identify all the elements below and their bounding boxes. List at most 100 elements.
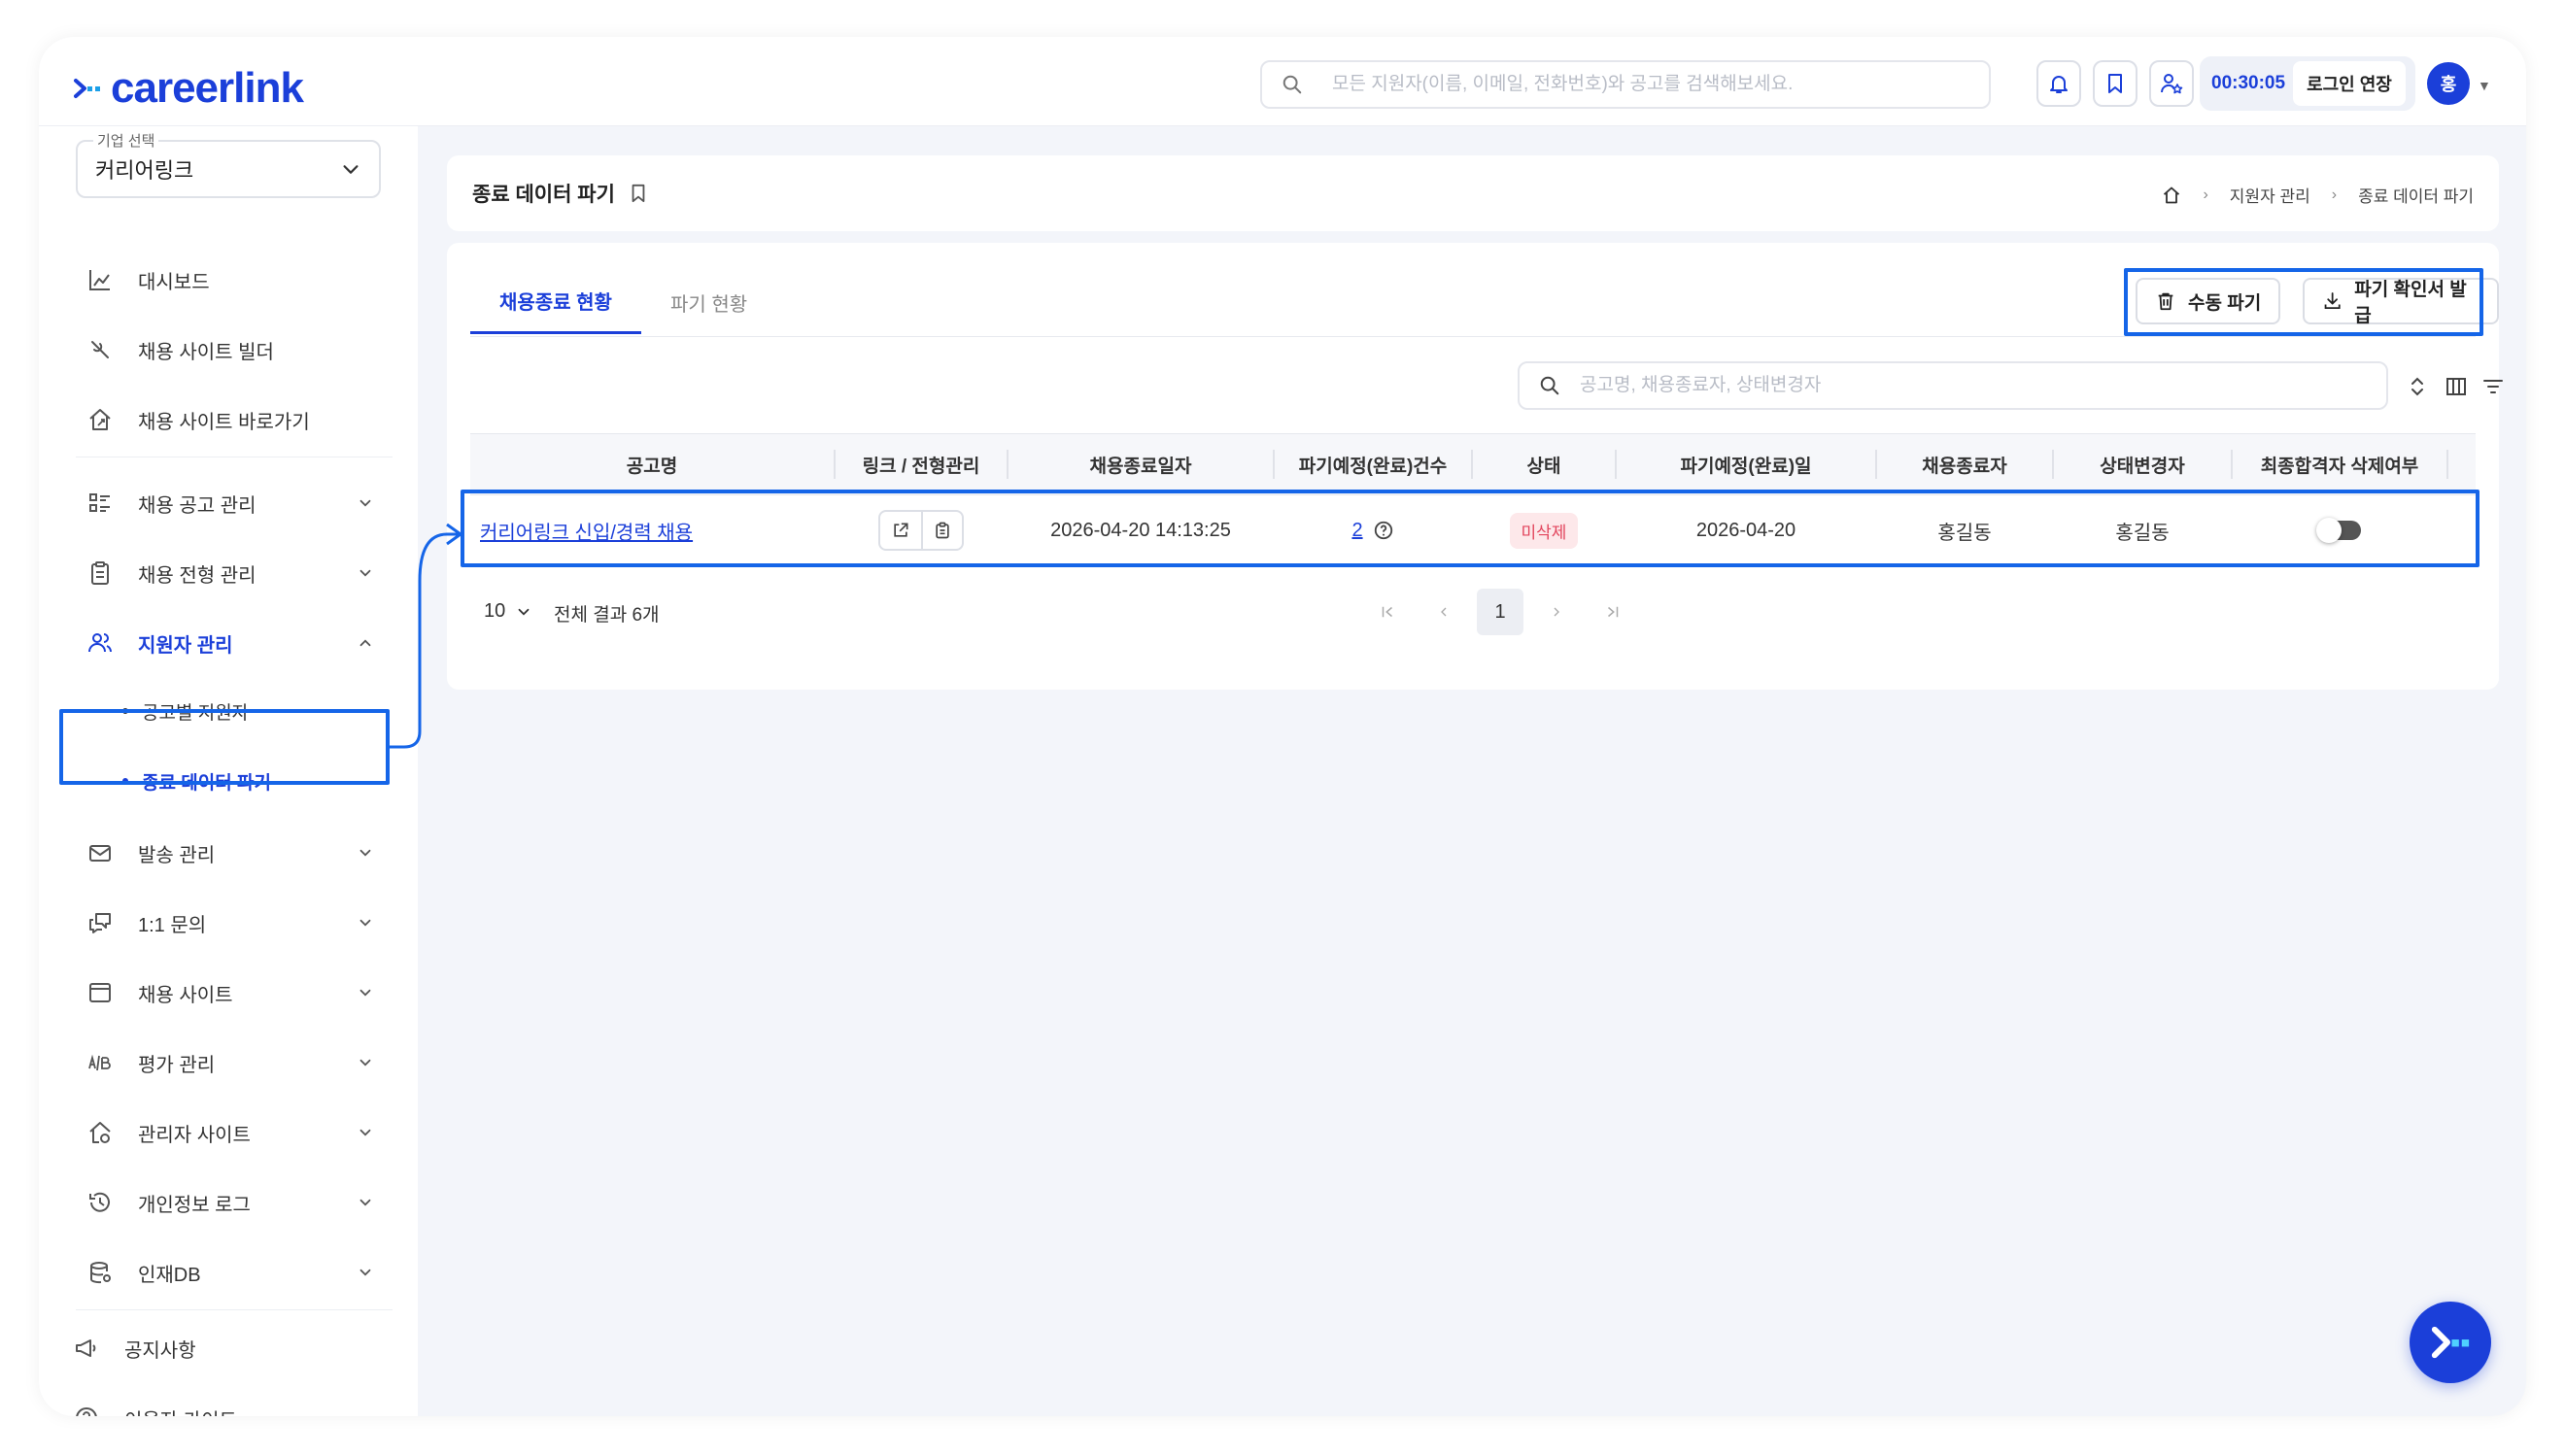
sidebar-item-label: 채용 전형 관리 (138, 564, 256, 587)
extend-login-button[interactable]: 로그인 연장 (2293, 61, 2406, 106)
sidebar-item-label: 관리자 사이트 (138, 1124, 251, 1146)
logo-icon (74, 79, 100, 98)
notification-button[interactable] (2036, 60, 2081, 107)
sidebar-item-label: 채용 공고 관리 (138, 494, 256, 517)
home-icon[interactable] (2162, 186, 2181, 205)
sidebar-item-label: 대시보드 (138, 271, 210, 293)
sidebar-item-career-site[interactable]: 채용 사이트 (86, 969, 396, 1016)
sidebar-item-notice[interactable]: 공지사항 (72, 1325, 383, 1371)
sidebar-item-dashboard[interactable]: 대시보드 (86, 256, 396, 303)
sidebar-item-evaluation[interactable]: 평가 관리 (86, 1039, 396, 1086)
chevron-down-icon (354, 981, 377, 1004)
tab-destruction-status[interactable]: 파기 현황 (641, 270, 776, 334)
mail-icon (86, 838, 115, 867)
sort-icon[interactable] (2404, 373, 2431, 400)
megaphone-icon (72, 1334, 101, 1363)
session-timer: 00:30:05 (2211, 73, 2286, 93)
sidebar-item-admin-site[interactable]: 관리자 사이트 (86, 1109, 396, 1156)
caret-down-icon[interactable]: ▼ (2478, 78, 2491, 93)
sidebar-item-messaging[interactable]: 발송 관리 (86, 830, 396, 876)
sidebar-item-label: 채용 사이트 빌더 (138, 341, 274, 363)
last-page-icon[interactable] (1590, 589, 1636, 635)
page-title-bar: 종료 데이터 파기 › 지원자 관리 › 종료 데이터 파기 (447, 155, 2499, 231)
chevron-down-icon (354, 911, 377, 934)
company-select-value: 커리어링크 (95, 158, 194, 183)
sidebar-highlight-box (59, 709, 390, 785)
column-header: 파기예정(완료)건수 (1298, 456, 1448, 477)
sidebar-item-label: 인재DB (138, 1264, 201, 1286)
page-title: 종료 데이터 파기 (472, 184, 615, 206)
column-header: 상태변경자 (2100, 456, 2185, 477)
filter-icon[interactable] (2480, 373, 2507, 400)
sidebar-item-label: 지원자 관리 (138, 634, 233, 657)
avatar[interactable]: 홍 (2427, 62, 2470, 105)
chevron-down-icon (354, 1121, 377, 1144)
table-search[interactable] (1518, 361, 2388, 410)
tab-divider (470, 336, 2476, 337)
chevron-down-icon (354, 1261, 377, 1284)
sidebar-item-applicants[interactable]: 지원자 관리 (86, 620, 396, 666)
next-page-icon[interactable] (1533, 589, 1580, 635)
sidebar-item-label: 공지사항 (124, 1339, 196, 1362)
logo-text: careerlink (111, 64, 304, 112)
help-icon (72, 1404, 101, 1416)
user-settings-button[interactable] (2149, 60, 2194, 107)
chart-icon (86, 265, 115, 294)
bookmark-button[interactable] (2093, 60, 2138, 107)
chat-fab-button[interactable] (2410, 1302, 2491, 1383)
chevron-down-icon (354, 1051, 377, 1074)
bookmark-icon[interactable] (629, 183, 648, 204)
sidebar-item-user-guide[interactable]: 이용자 가이드 (72, 1395, 383, 1416)
table-search-input[interactable] (1580, 375, 2357, 396)
global-search-input[interactable] (1332, 74, 1915, 95)
search-icon (1540, 376, 1559, 395)
sidebar-item-site-shortcut[interactable]: 채용 사이트 바로가기 (86, 396, 396, 443)
column-header: 링크 / 전형관리 (862, 456, 980, 477)
sidebar-item-label: 평가 관리 (138, 1054, 216, 1076)
content-panel: 채용종료 현황 파기 현황 수동 파기 파기 확인서 발급 공고명 링크 / 전… (447, 243, 2503, 690)
chevron-down-icon (354, 841, 377, 864)
chevron-down-icon (343, 165, 359, 174)
first-page-icon[interactable] (1364, 589, 1411, 635)
global-search[interactable] (1260, 60, 1991, 109)
total-results: 전체 결과 6개 (554, 605, 660, 626)
page-size-select[interactable]: 10 (484, 600, 532, 623)
row-highlight-box (461, 490, 2480, 567)
sidebar-item-job-posts[interactable]: 채용 공고 관리 (86, 480, 396, 526)
chevron-down-icon (354, 561, 377, 585)
sidebar-item-inquiry[interactable]: 1:1 문의 (86, 899, 396, 946)
chat-icon (86, 908, 115, 937)
column-header: 채용종료일자 (1089, 456, 1192, 477)
breadcrumb-separator-icon: › (2203, 186, 2208, 203)
sidebar-item-label: 1:1 문의 (138, 914, 207, 936)
app-window: careerlink 00:30:05 로그인 연장 홍 ▼ 기업 선택 커리어… (39, 37, 2526, 1416)
column-header: 채용종료자 (1922, 456, 2007, 477)
sidebar-item-privacy-log[interactable]: 개인정보 로그 (86, 1179, 396, 1226)
column-header: 최종합격자 삭제여부 (2260, 456, 2419, 477)
sidebar-item-talent-db[interactable]: 인재DB (86, 1249, 396, 1296)
sidebar-item-label: 이용자 가이드 (124, 1405, 383, 1417)
breadcrumb-separator-icon: › (2331, 186, 2338, 203)
tools-icon (86, 335, 115, 364)
chevron-down-icon (354, 491, 377, 515)
logo[interactable]: careerlink (72, 64, 304, 113)
session-box: 00:30:05 로그인 연장 (2200, 56, 2415, 111)
table-header: 공고명 링크 / 전형관리 채용종료일자 파기예정(완료)건수 상태 파기예정(… (470, 433, 2476, 495)
sidebar-item-label: 채용 사이트 (138, 984, 233, 1006)
search-icon (1282, 75, 1302, 94)
sidebar-item-selection-process[interactable]: 채용 전형 관리 (86, 550, 396, 596)
page-number[interactable]: 1 (1477, 589, 1523, 635)
sidebar-item-label: 발송 관리 (138, 844, 216, 866)
columns-icon[interactable] (2443, 373, 2470, 400)
admin-home-icon (86, 1118, 115, 1147)
clipboard-icon (86, 559, 115, 588)
tab-closed-status[interactable]: 채용종료 현황 (470, 270, 641, 334)
chevron-down-icon (354, 1191, 377, 1214)
breadcrumb-item[interactable]: 지원자 관리 (2230, 183, 2310, 207)
company-select-label: 기업 선택 (93, 130, 159, 151)
users-icon (86, 628, 115, 658)
sidebar-item-site-builder[interactable]: 채용 사이트 빌더 (86, 326, 396, 373)
sidebar-item-label: 채용 사이트 바로가기 (138, 411, 310, 433)
top-bar: careerlink 00:30:05 로그인 연장 홍 ▼ (39, 37, 2526, 126)
prev-page-icon[interactable] (1420, 589, 1467, 635)
